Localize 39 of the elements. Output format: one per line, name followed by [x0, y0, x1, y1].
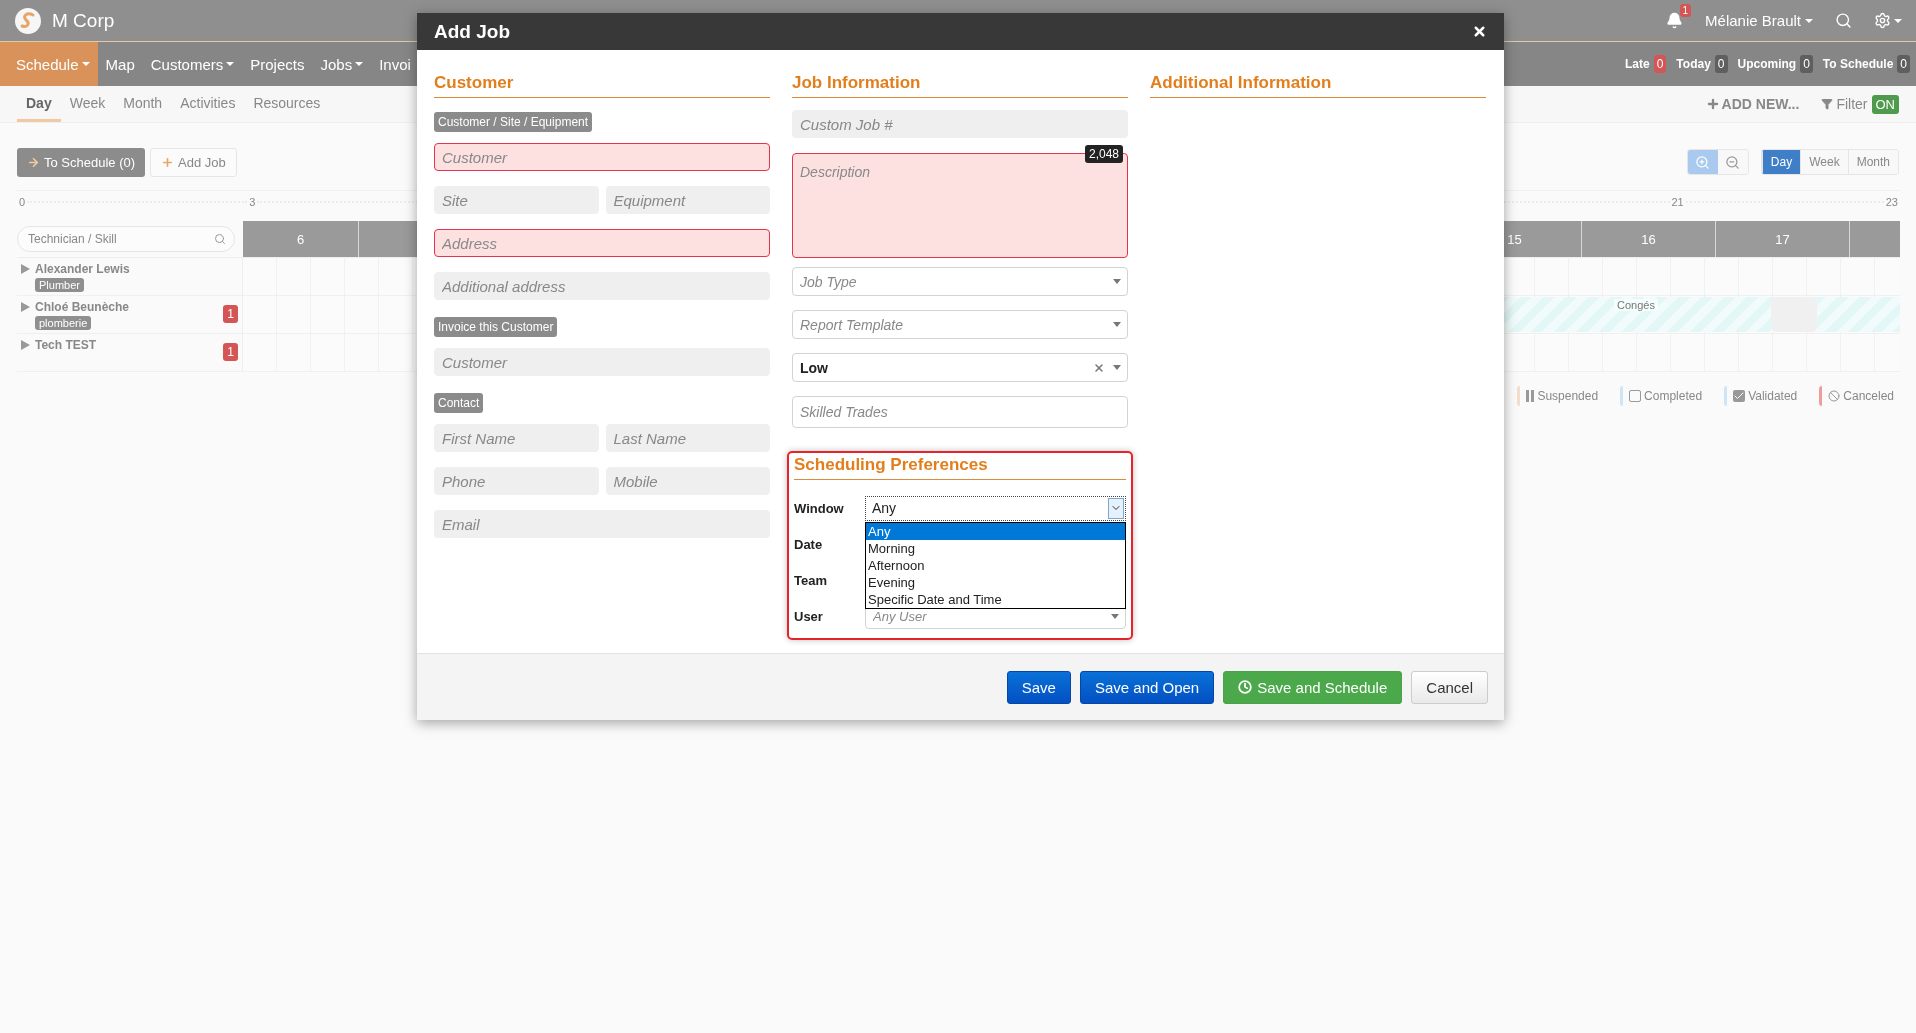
- legend-label: Canceled: [1843, 389, 1894, 403]
- field-label: Window: [794, 500, 845, 516]
- section-heading: Job Information: [792, 73, 1128, 98]
- legend-label: Validated: [1748, 389, 1798, 403]
- section-label: Invoice this Customer: [434, 317, 558, 337]
- skill-tag: plomberie: [35, 316, 92, 330]
- filter-status-badge: ON: [1871, 94, 1899, 114]
- count-badge: 0: [1897, 55, 1910, 73]
- ruler-label: 0: [18, 196, 27, 208]
- technician-name: Alexander Lewis: [35, 262, 130, 276]
- notification-badge: 1: [1679, 4, 1692, 17]
- legend-label: Suspended: [1537, 389, 1599, 403]
- section-heading: Scheduling Preferences: [794, 453, 1126, 480]
- hour-label: 17: [1716, 221, 1850, 257]
- section-heading: Additional Information: [1150, 73, 1486, 98]
- job-count-badge: 1: [223, 343, 238, 361]
- field-label: User: [794, 608, 824, 624]
- event-label: Congés: [1614, 299, 1658, 311]
- dialog-title: Add Job: [434, 20, 510, 43]
- legend-label: Completed: [1644, 389, 1703, 403]
- ruler-label: 21: [1670, 196, 1685, 208]
- technician-name: Chloé Beunèche: [35, 300, 130, 314]
- count-badge: 0: [1714, 55, 1728, 73]
- ruler-label: 23: [1884, 196, 1899, 208]
- job-count-badge: 1: [223, 305, 238, 323]
- ruler-label: 3: [248, 196, 257, 208]
- hour-label: 16: [1582, 221, 1716, 257]
- technician-name: Tech TEST: [35, 338, 97, 352]
- count-badge: 0: [1800, 55, 1813, 73]
- hour-label: 6: [243, 221, 359, 257]
- section-heading: Customer: [434, 73, 770, 98]
- section-label: Contact: [434, 393, 484, 413]
- brand-name: M Corp: [52, 9, 115, 32]
- skill-tag: Plumber: [35, 278, 84, 292]
- character-counter: 2,048: [1084, 145, 1123, 163]
- section-label: Customer / Site / Equipment: [434, 112, 593, 132]
- field-label: Date: [794, 536, 824, 552]
- count-badge: 0: [1653, 55, 1667, 73]
- field-label: Team: [794, 572, 828, 588]
